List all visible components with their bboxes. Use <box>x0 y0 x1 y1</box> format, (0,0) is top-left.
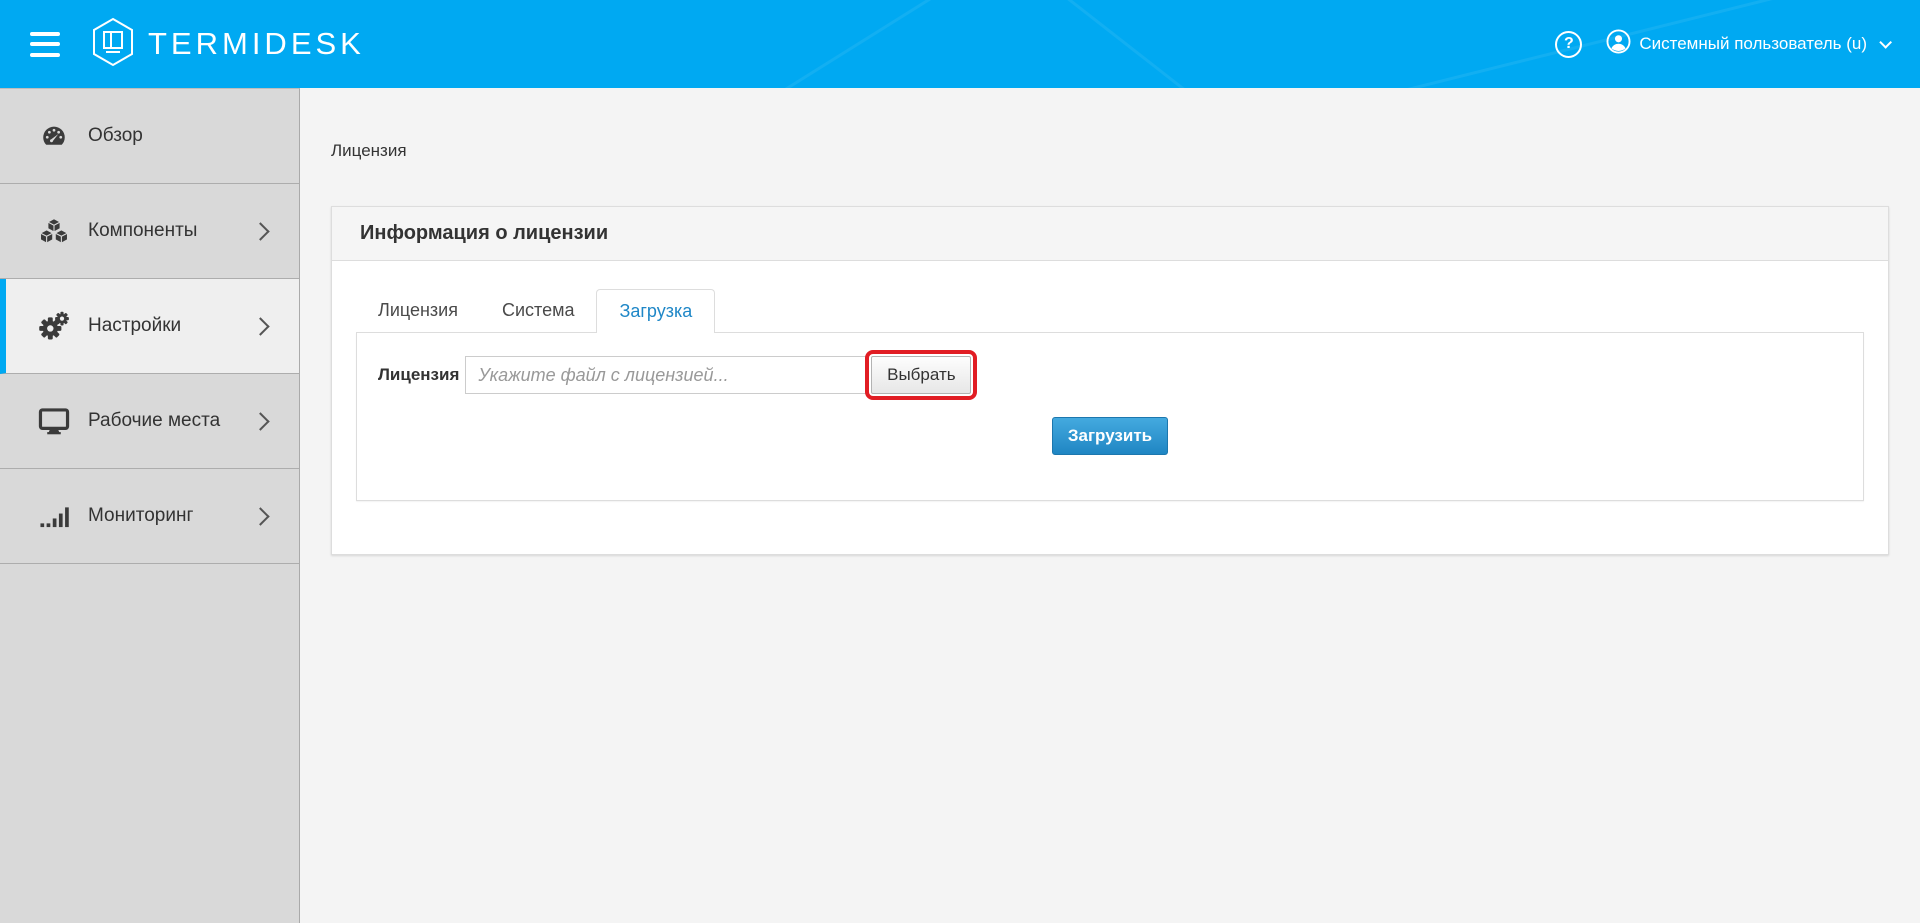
license-info-card: Информация о лицензии Лицензия Система З… <box>331 206 1889 555</box>
license-field-label: Лицензия <box>378 365 459 385</box>
help-button[interactable]: ? <box>1555 31 1582 58</box>
sidebar-item-label: Компоненты <box>88 220 197 242</box>
choose-file-button[interactable]: Выбрать <box>871 356 971 394</box>
sidebar-item-settings[interactable]: Настройки <box>0 279 299 374</box>
breadcrumb: Лицензия <box>331 141 1889 161</box>
sidebar-item-overview[interactable]: Обзор <box>0 89 299 184</box>
menu-toggle-button[interactable] <box>30 32 60 57</box>
brand-logo[interactable]: TERMIDESK <box>91 17 365 72</box>
question-mark-icon: ? <box>1564 35 1574 53</box>
main-content: Лицензия Информация о лицензии Лицензия … <box>301 88 1920 923</box>
card-title: Информация о лицензии <box>332 207 1888 261</box>
sidebar-item-monitoring[interactable]: Мониторинг <box>0 469 299 564</box>
sidebar-item-label: Обзор <box>88 125 143 147</box>
dashboard-icon <box>37 121 71 151</box>
topbar: TERMIDESK ? Системный пользователь (u) <box>0 0 1920 88</box>
sidebar-item-workplaces[interactable]: Рабочие места <box>0 374 299 469</box>
license-file-input[interactable] <box>465 356 866 394</box>
chevron-down-icon <box>1879 36 1892 49</box>
card-body: Лицензия Система Загрузка Лицензия Выбра… <box>332 261 1888 554</box>
brand-name: TERMIDESK <box>148 26 365 62</box>
topbar-decor-line <box>448 0 1213 88</box>
sidebar-item-label: Настройки <box>88 315 181 337</box>
sidebar-item-components[interactable]: Компоненты <box>0 184 299 279</box>
components-icon <box>37 216 71 246</box>
sidebar-item-label: Мониторинг <box>88 505 193 527</box>
upload-button[interactable]: Загрузить <box>1052 417 1168 455</box>
user-menu[interactable]: Системный пользователь (u) <box>1606 29 1888 59</box>
termidesk-admin-app: TERMIDESK ? Системный пользователь (u) <box>0 0 1920 923</box>
tab-bar: Лицензия Система Загрузка <box>356 289 1864 332</box>
topbar-actions: ? Системный пользователь (u) <box>1555 29 1920 59</box>
license-file-row: Лицензия Выбрать <box>357 333 1863 394</box>
monitoring-icon <box>37 501 71 531</box>
chevron-right-icon <box>251 507 269 525</box>
tab-license[interactable]: Лицензия <box>356 289 480 333</box>
user-name-label: Системный пользователь (u) <box>1639 34 1867 54</box>
upload-row: Загрузить <box>357 417 1863 455</box>
settings-icon <box>37 310 71 342</box>
chevron-right-icon <box>251 222 269 240</box>
user-avatar-icon <box>1606 29 1631 59</box>
tab-upload[interactable]: Загрузка <box>596 289 715 333</box>
sidebar-item-label: Рабочие места <box>88 410 220 432</box>
topbar-decor-line <box>833 0 1386 88</box>
tab-system[interactable]: Система <box>480 289 597 333</box>
sidebar: Обзор Компоненты <box>0 88 300 923</box>
termidesk-hexagon-icon <box>91 17 135 72</box>
workplaces-icon <box>37 406 71 436</box>
chevron-right-icon <box>251 317 269 335</box>
chevron-right-icon <box>251 412 269 430</box>
upload-tab-panel: Лицензия Выбрать Загрузить <box>356 332 1864 501</box>
